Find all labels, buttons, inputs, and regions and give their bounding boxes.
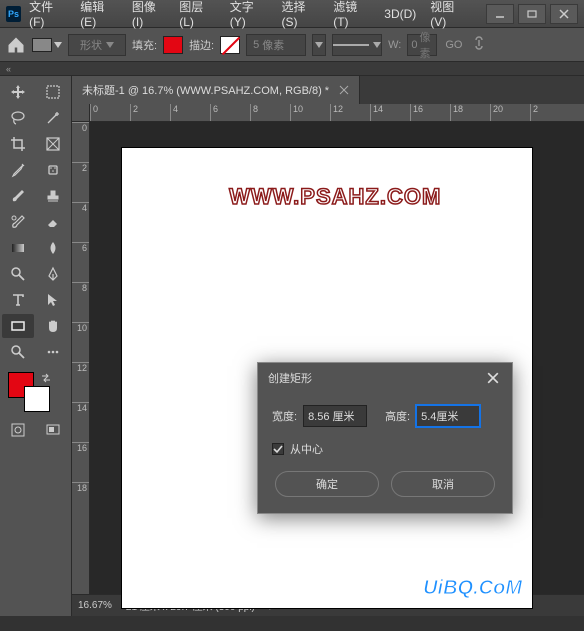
minimize-button[interactable] [486,4,514,24]
watermark-text-1: WWW.PSAHZ.COM [229,184,441,210]
gradient-tool[interactable] [2,236,34,260]
horizontal-ruler[interactable]: 024681012141618202 [90,104,584,122]
path-selection-tool[interactable] [37,288,69,312]
ok-button[interactable]: 确定 [275,471,379,497]
width-label: W: [388,39,401,51]
main-area: 未标题-1 @ 16.7% (WWW.PSAHZ.COM, RGB/8) * 0… [0,76,584,616]
go-label: GO [445,39,462,51]
type-tool[interactable] [2,288,34,312]
magic-wand-tool[interactable] [37,106,69,130]
app-icon: Ps [6,6,21,22]
blur-tool[interactable] [37,236,69,260]
create-rectangle-dialog: 创建矩形 宽度: 8.56 厘米 高度: 5.4厘米 从中心 [257,362,513,514]
dialog-title: 创建矩形 [268,370,312,386]
color-swatches [2,372,69,416]
stroke-width-field[interactable]: 5像素 [246,34,306,56]
width-input[interactable]: 8.56 厘米 [303,405,367,427]
tab-title: 未标题-1 @ 16.7% (WWW.PSAHZ.COM, RGB/8) * [82,82,329,98]
height-label: 高度: [385,408,410,424]
stamp-tool[interactable] [37,184,69,208]
fill-label: 填充: [132,37,157,53]
eyedropper-tool[interactable] [2,158,34,182]
dialog-titlebar[interactable]: 创建矩形 [258,363,512,393]
marquee-tool[interactable] [37,80,69,104]
crop-tool[interactable] [2,132,34,156]
panel-collapse-bar[interactable]: « [0,62,584,76]
window-buttons [482,4,578,24]
home-icon[interactable] [6,35,26,55]
stroke-width-dropdown[interactable] [312,34,326,56]
zoom-tool[interactable] [2,340,34,364]
document-tab-bar: 未标题-1 @ 16.7% (WWW.PSAHZ.COM, RGB/8) * [72,76,584,104]
swap-colors-icon[interactable] [40,372,52,384]
close-button[interactable] [550,4,578,24]
menu-view[interactable]: 视图(V) [430,0,468,29]
healing-tool[interactable] [37,158,69,182]
link-wh-icon[interactable] [473,36,485,53]
tool-preset-swatch[interactable] [32,38,52,52]
stroke-style-select[interactable] [332,34,382,56]
dodge-tool[interactable] [2,262,34,286]
pen-tool[interactable] [37,262,69,286]
maximize-button[interactable] [518,4,546,24]
lasso-tool[interactable] [2,106,34,130]
shape-mode-select[interactable]: 形状 [68,34,126,56]
menu-file[interactable]: 文件(F) [29,0,66,29]
height-input[interactable]: 5.4厘米 [416,405,480,427]
title-bar: Ps 文件(F) 编辑(E) 图像(I) 图层(L) 文字(Y) 选择(S) 滤… [0,0,584,28]
cancel-button[interactable]: 取消 [391,471,495,497]
stroke-color-swatch[interactable] [220,36,240,54]
menu-3d[interactable]: 3D(D) [384,7,416,21]
tab-close-icon[interactable] [339,85,349,95]
hand-tool[interactable] [37,314,69,338]
ruler-origin[interactable] [72,104,90,122]
vertical-ruler[interactable]: 024681012141618 [72,122,90,594]
width-field[interactable]: 0 像素 [407,34,437,56]
from-center-checkbox[interactable] [272,443,284,455]
history-brush-tool[interactable] [2,210,34,234]
width-label: 宽度: [272,408,297,424]
canvas-viewport[interactable]: 024681012141618202 024681012141618 WWW.P… [72,104,584,594]
options-bar: 形状 填充: 描边: 5像素 W: 0 像素 GO [0,28,584,62]
screen-mode-icon[interactable] [37,418,69,442]
eraser-tool[interactable] [37,210,69,234]
menu-edit[interactable]: 编辑(E) [80,0,118,29]
chevron-down-icon[interactable] [54,42,62,48]
watermark-text-2: UiBQ.CoM [423,577,522,600]
menu-filter[interactable]: 滤镜(T) [333,0,370,29]
zoom-level[interactable]: 16.67% [78,600,112,611]
move-tool[interactable] [2,80,34,104]
dialog-close-button[interactable] [484,369,502,387]
tools-panel [0,76,72,616]
document-tab[interactable]: 未标题-1 @ 16.7% (WWW.PSAHZ.COM, RGB/8) * [72,76,360,104]
rectangle-tool[interactable] [2,314,34,338]
menu-select[interactable]: 选择(S) [281,0,319,29]
fill-color-swatch[interactable] [163,36,183,54]
menu-type[interactable]: 文字(Y) [230,0,268,29]
work-area: 未标题-1 @ 16.7% (WWW.PSAHZ.COM, RGB/8) * 0… [72,76,584,616]
background-color[interactable] [24,386,50,412]
from-center-label: 从中心 [290,441,323,457]
menu-layer[interactable]: 图层(L) [179,0,215,29]
more-tools[interactable] [37,340,69,364]
menu-image[interactable]: 图像(I) [132,0,165,29]
quick-mask-icon[interactable] [2,418,34,442]
stroke-label: 描边: [189,37,214,53]
brush-tool[interactable] [2,184,34,208]
frame-tool[interactable] [37,132,69,156]
